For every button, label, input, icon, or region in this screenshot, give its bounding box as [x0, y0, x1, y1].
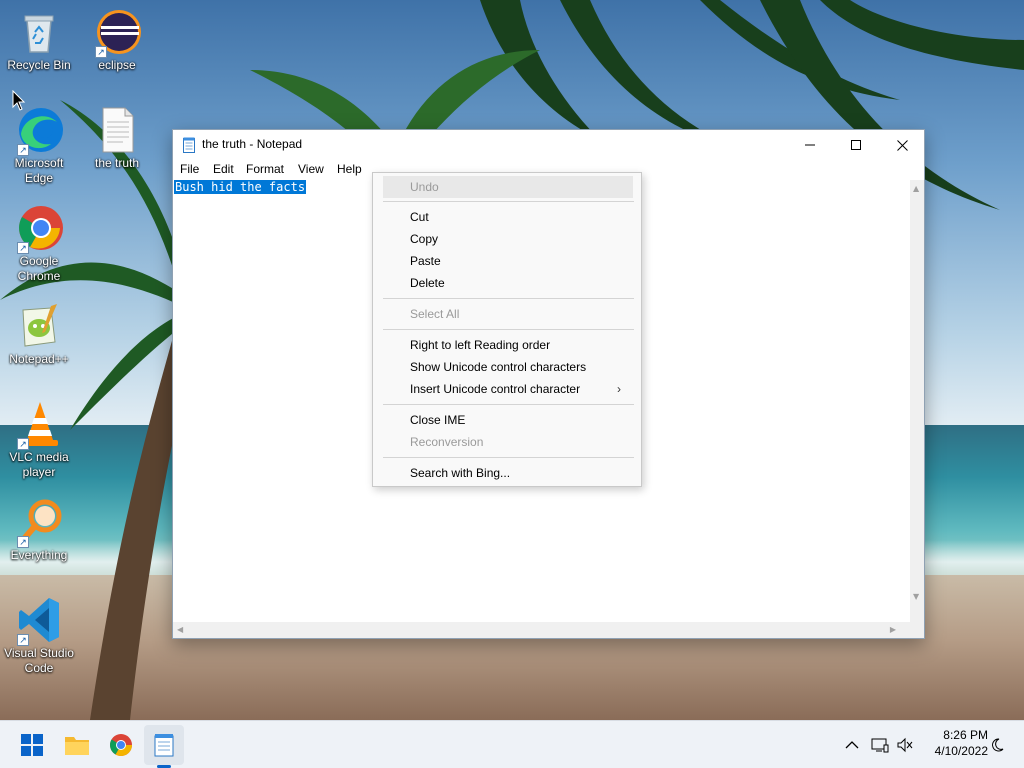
- context-menu-show-unicode[interactable]: Show Unicode control characters: [383, 356, 633, 378]
- notepad-plus-plus-icon: [15, 302, 63, 350]
- desktop-icon-label: the truth: [94, 156, 140, 170]
- mouse-pointer-icon: [12, 90, 26, 111]
- minimize-icon: [805, 144, 815, 146]
- desktop-icon-visual-studio-code[interactable]: ↗ Visual Studio Code: [0, 596, 78, 676]
- desktop-icon-notepad-plus-plus[interactable]: Notepad++: [0, 302, 78, 367]
- desktop-icon-google-chrome[interactable]: ↗ Google Chrome: [0, 204, 78, 284]
- context-menu-insert-unicode[interactable]: Insert Unicode control character ›: [383, 378, 633, 400]
- menu-view[interactable]: View: [298, 162, 324, 176]
- scrollbar-corner: [910, 622, 924, 638]
- desktop-icon-label: VLC media player: [9, 450, 69, 479]
- show-hidden-icons-button[interactable]: [842, 735, 862, 755]
- taskbar-chrome[interactable]: [101, 721, 141, 768]
- vlc-cone-icon: ↗: [15, 400, 63, 450]
- shortcut-arrow-icon: ↗: [17, 536, 29, 548]
- desktop-icon-label: Notepad++: [9, 352, 69, 366]
- close-button[interactable]: [879, 130, 925, 160]
- menu-separator: [383, 329, 634, 330]
- network-button[interactable]: [870, 735, 890, 755]
- desktop-icon-everything[interactable]: ↗ Everything: [0, 498, 78, 563]
- minimize-button[interactable]: [787, 130, 833, 160]
- desktop-icon-label: Recycle Bin: [7, 58, 71, 72]
- start-button[interactable]: [12, 721, 52, 768]
- submenu-chevron-icon: ›: [617, 382, 621, 396]
- recycle-bin-icon: [15, 8, 63, 56]
- scroll-up-arrow-icon[interactable]: ▲: [913, 185, 919, 193]
- context-menu-copy[interactable]: Copy: [383, 228, 633, 250]
- clock-time: 8:26 PM: [943, 728, 988, 742]
- taskbar: [0, 720, 1024, 768]
- eclipse-icon: ↗: [93, 8, 141, 58]
- text-file-icon: [93, 106, 141, 154]
- context-menu-reconversion: Reconversion: [410, 435, 484, 449]
- notepad-app-icon: [183, 137, 195, 153]
- desktop-icon-eclipse[interactable]: ↗ eclipse: [78, 8, 156, 73]
- context-menu-select-all: Select All: [410, 307, 460, 321]
- taskbar-file-explorer[interactable]: [57, 721, 97, 768]
- context-menu-search-bing[interactable]: Search with Bing...: [383, 462, 633, 484]
- maximize-icon: [851, 140, 861, 150]
- menu-separator: [383, 201, 634, 202]
- menu-separator: [383, 457, 634, 458]
- maximize-button[interactable]: [833, 130, 879, 160]
- menu-format[interactable]: Format: [246, 162, 284, 176]
- network-icon: [871, 738, 889, 753]
- menu-separator: [383, 404, 634, 405]
- chrome-icon: ↗: [15, 204, 63, 254]
- shortcut-arrow-icon: ↗: [17, 144, 29, 156]
- scroll-left-arrow-icon[interactable]: ◀: [177, 626, 183, 634]
- volume-muted-icon: [897, 737, 913, 753]
- notepad-icon: [154, 734, 174, 757]
- desktop-icon-label: Visual Studio Code: [4, 646, 74, 675]
- volume-button[interactable]: [895, 735, 915, 755]
- chevron-up-icon: [845, 741, 859, 749]
- horizontal-scrollbar[interactable]: ◀ ▶: [173, 622, 910, 638]
- close-icon: [896, 139, 908, 151]
- title-bar[interactable]: the truth - Notepad: [173, 130, 924, 160]
- shortcut-arrow-icon: ↗: [17, 242, 29, 254]
- file-explorer-icon: [65, 737, 89, 755]
- menu-file[interactable]: File: [180, 162, 199, 176]
- context-menu-cut[interactable]: Cut: [383, 206, 633, 228]
- shortcut-arrow-icon: ↗: [95, 46, 107, 58]
- context-menu-insert-unicode-label: Insert Unicode control character: [410, 382, 581, 396]
- moon-icon: [992, 738, 1004, 752]
- menu-separator: [383, 298, 634, 299]
- vertical-scrollbar[interactable]: ▲ ▼: [910, 180, 924, 623]
- context-menu-undo: Undo: [383, 176, 633, 198]
- context-menu-paste[interactable]: Paste: [383, 250, 633, 272]
- window-title: the truth - Notepad: [202, 137, 303, 151]
- edit-context-menu: Undo Cut Copy Paste Delete Select All Ri…: [372, 172, 642, 487]
- desktop-icon-recycle-bin[interactable]: Recycle Bin: [0, 8, 78, 73]
- scroll-down-arrow-icon[interactable]: ▼: [913, 593, 919, 601]
- vscode-icon: ↗: [15, 596, 63, 646]
- desktop-icon-label: Everything: [10, 548, 68, 562]
- magnifier-icon: ↗: [15, 498, 63, 548]
- edge-icon: ↗: [15, 106, 63, 156]
- menu-help[interactable]: Help: [337, 162, 362, 176]
- chrome-icon: [110, 734, 132, 756]
- system-clock[interactable]: 8:26 PM 4/10/2022: [918, 727, 988, 759]
- start-icon: [21, 734, 43, 756]
- desktop-icon-label: Microsoft Edge: [14, 156, 64, 185]
- desktop-icon-the-truth[interactable]: the truth: [78, 106, 156, 171]
- menu-edit[interactable]: Edit: [213, 162, 234, 176]
- context-menu-close-ime[interactable]: Close IME: [383, 409, 633, 431]
- scroll-right-arrow-icon[interactable]: ▶: [890, 626, 896, 634]
- context-menu-delete[interactable]: Delete: [383, 272, 633, 294]
- shortcut-arrow-icon: ↗: [17, 634, 29, 646]
- desktop-icon-vlc-media-player[interactable]: ↗ VLC media player: [0, 400, 78, 480]
- clock-date: 4/10/2022: [934, 744, 988, 758]
- taskbar-notepad[interactable]: [144, 721, 184, 768]
- selected-text[interactable]: Bush hid the facts: [174, 180, 307, 194]
- desktop-icon-label: eclipse: [98, 58, 136, 72]
- desktop-icon-microsoft-edge[interactable]: ↗ Microsoft Edge: [0, 106, 78, 186]
- shortcut-arrow-icon: ↗: [17, 438, 29, 450]
- quiet-hours-button[interactable]: [987, 735, 1007, 755]
- desktop-icon-label: Google Chrome: [17, 254, 61, 283]
- context-menu-rtl-reading-order[interactable]: Right to left Reading order: [383, 334, 633, 356]
